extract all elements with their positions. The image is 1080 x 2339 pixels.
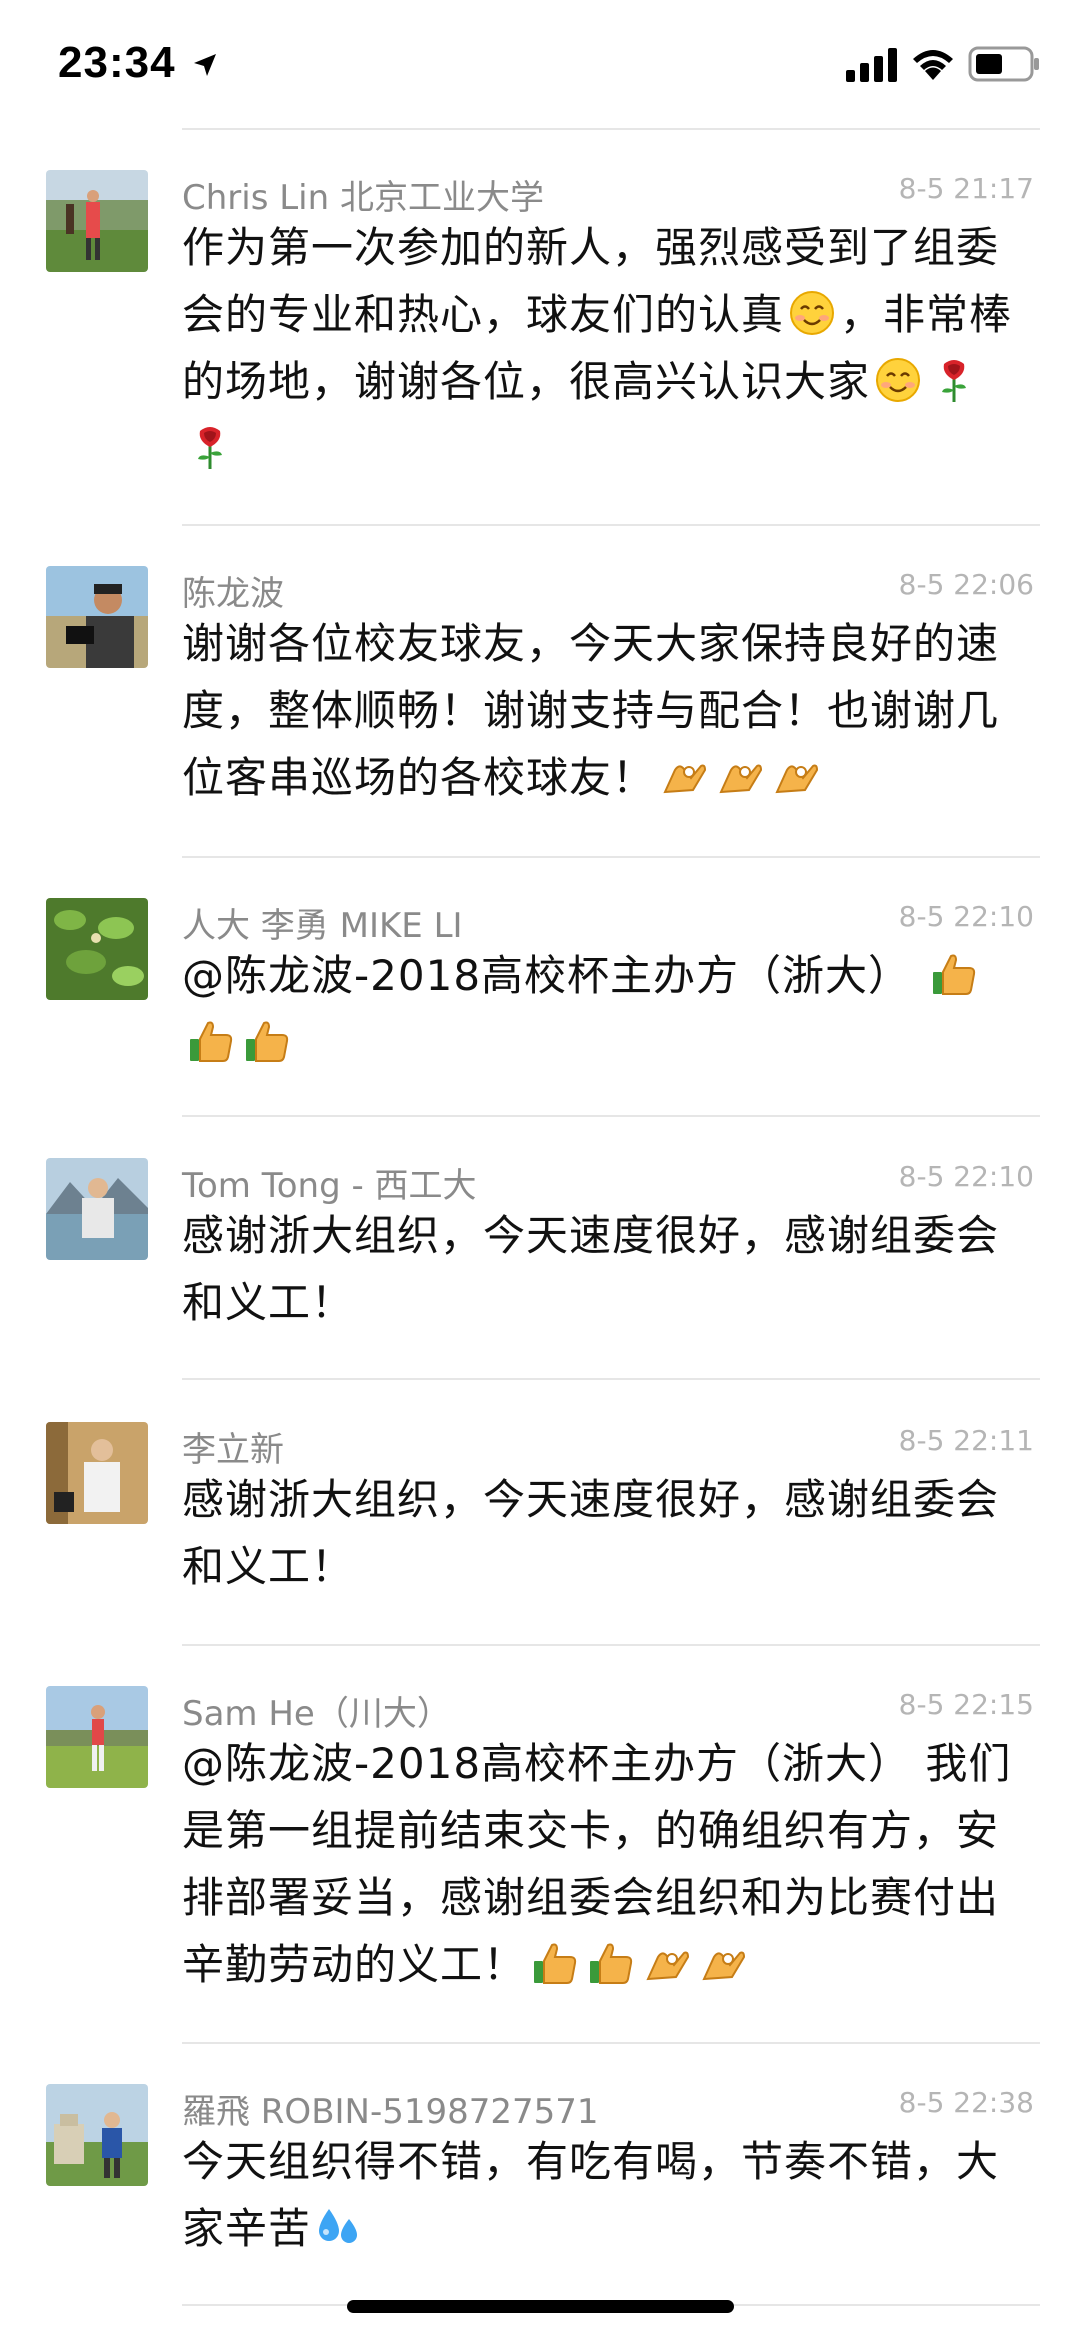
comment-timestamp: 8-5 22:38 — [898, 2086, 1034, 2119]
avatar[interactable] — [46, 1686, 148, 1788]
divider — [182, 2042, 1040, 2044]
divider — [182, 128, 1040, 130]
comment-timestamp: 8-5 22:15 — [898, 1688, 1034, 1721]
comment-author[interactable]: 羅飛 ROBIN-5198727571 — [182, 2084, 599, 2133]
ok-hand-emoji — [698, 1939, 746, 1987]
comment-timestamp: 8-5 22:06 — [898, 568, 1034, 601]
cellular-signal-icon — [846, 48, 897, 82]
thumbs-up-emoji — [530, 1939, 578, 1987]
battery-icon — [968, 46, 1039, 82]
divider — [182, 524, 1040, 526]
comment-text: 感谢浙大组织，今天速度很好，感谢组委会和义工！ — [182, 1211, 1000, 1327]
divider — [182, 1644, 1040, 1646]
ok-hand-emoji — [715, 752, 763, 800]
avatar[interactable] — [46, 566, 148, 668]
ok-hand-emoji — [642, 1939, 690, 1987]
avatar[interactable] — [46, 1422, 148, 1524]
comment-text: 今天组织得不错，有吃有喝，节奏不错，大家辛苦 — [182, 2128, 1034, 2262]
thumbs-up-emoji — [929, 950, 977, 998]
location-arrow-icon — [194, 54, 216, 76]
thumbs-up-emoji — [586, 1939, 634, 1987]
comment-author[interactable]: 李立新 — [182, 1422, 284, 1471]
smile-emoji — [874, 356, 922, 404]
comment-author[interactable]: Tom Tong - 西工大 — [182, 1158, 477, 1207]
comment-text: @陈龙波-2018高校杯主办方（浙大） — [182, 942, 1034, 1076]
comment-text-part: 谢谢各位校友球友，今天大家保持良好的速度，整体顺畅！谢谢支持与配合！也谢谢几位客… — [182, 619, 1000, 802]
comment-author[interactable]: 人大 李勇 MIKE LI — [182, 898, 463, 947]
comment-text: @陈龙波-2018高校杯主办方（浙大） 我们是第一组提前结束交卡，的确组织有方，… — [182, 1730, 1034, 1998]
rose-emoji — [186, 423, 234, 471]
wifi-icon — [913, 50, 953, 80]
comment-text-part: @陈龙波-2018高校杯主办方（浙大） — [182, 951, 912, 1000]
avatar[interactable] — [46, 1158, 148, 1260]
status-bar: 23:34 — [0, 0, 1080, 128]
avatar[interactable] — [46, 898, 148, 1000]
smile-emoji — [788, 289, 836, 337]
divider — [182, 1378, 1040, 1380]
comment-author[interactable]: 陈龙波 — [182, 566, 284, 615]
comment-timestamp: 8-5 22:10 — [898, 1160, 1034, 1193]
avatar[interactable] — [46, 2084, 148, 2186]
rose-emoji — [930, 356, 978, 404]
home-indicator[interactable] — [347, 2300, 734, 2313]
comment-text-part: 今天组织得不错，有吃有喝，节奏不错，大家辛苦 — [182, 2137, 1000, 2253]
thumbs-up-emoji — [242, 1017, 290, 1065]
comment-timestamp: 8-5 22:11 — [898, 1424, 1034, 1457]
comment-timestamp: 8-5 21:17 — [898, 172, 1034, 205]
status-time: 23:34 — [58, 38, 176, 87]
avatar[interactable] — [46, 170, 148, 272]
comment-text: 感谢浙大组织，今天速度很好，感谢组委会和义工！ — [182, 1475, 1000, 1591]
ok-hand-emoji — [771, 752, 819, 800]
ok-hand-emoji — [659, 752, 707, 800]
divider — [182, 1115, 1040, 1117]
thumbs-up-emoji — [186, 1017, 234, 1065]
comment-author[interactable]: Sam He（川大） — [182, 1686, 451, 1735]
comment-text: 谢谢各位校友球友，今天大家保持良好的速度，整体顺畅！谢谢支持与配合！也谢谢几位客… — [182, 610, 1034, 811]
divider — [182, 856, 1040, 858]
comment-timestamp: 8-5 22:10 — [898, 900, 1034, 933]
comment-text: 作为第一次参加的新人，强烈感受到了组委会的专业和热心，球友们的认真 ，非常棒的场地… — [182, 214, 1034, 482]
sweat-droplets-emoji — [315, 2203, 363, 2251]
comment-author[interactable]: Chris Lin 北京工业大学 — [182, 170, 544, 219]
